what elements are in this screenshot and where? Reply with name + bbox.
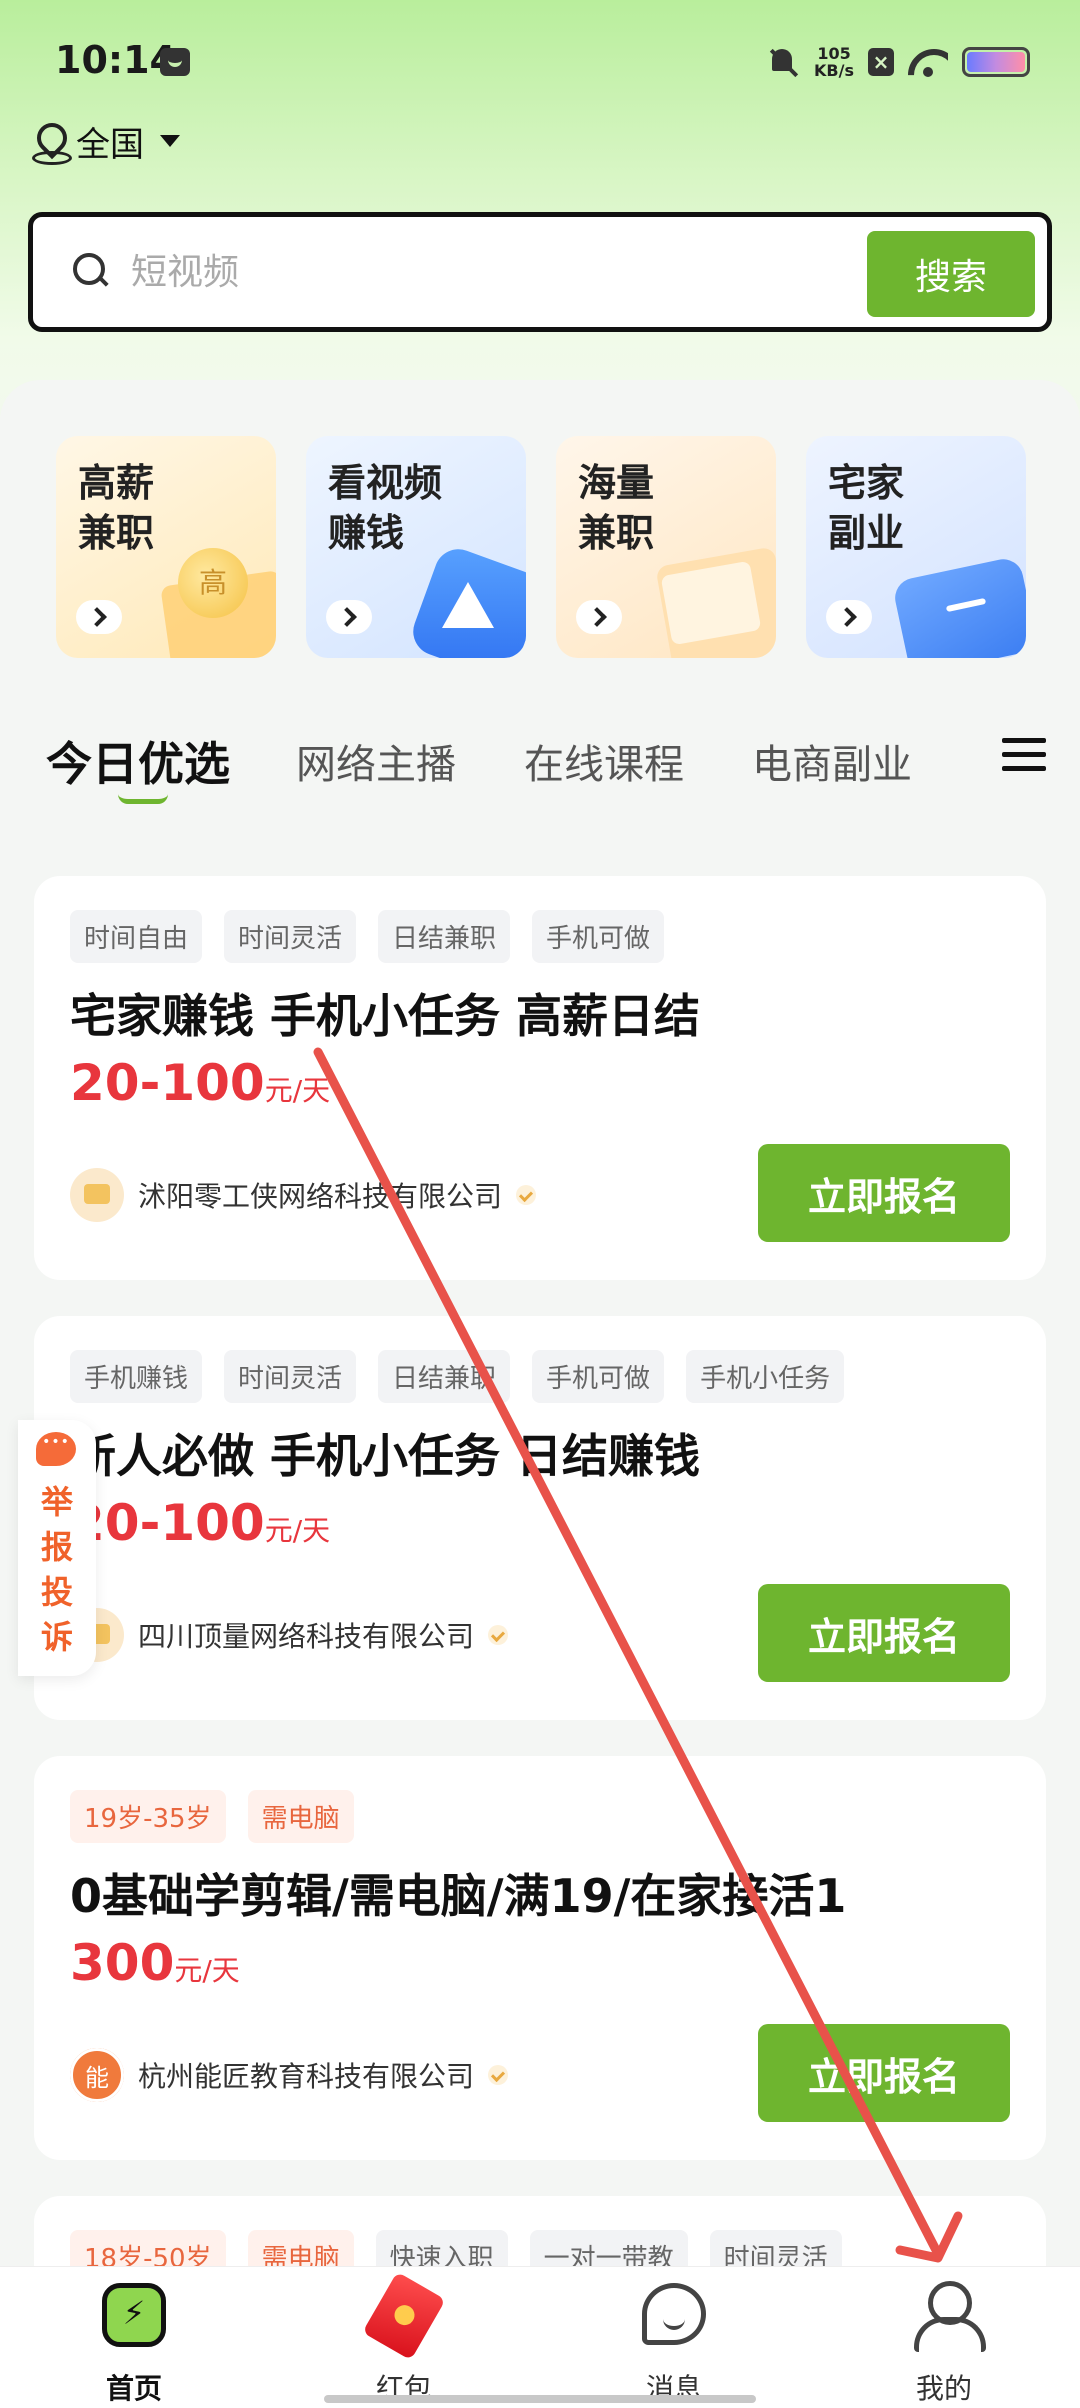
- search-input[interactable]: [131, 239, 731, 305]
- tag-list: 手机赚钱 时间灵活 日结兼职 手机可做 手机小任务: [70, 1350, 845, 1403]
- apply-button[interactable]: 立即报名: [758, 2024, 1010, 2122]
- company-logo: [70, 1168, 124, 1222]
- category-card-high-pay[interactable]: 高 高薪 兼职: [56, 436, 276, 658]
- tag: 时间灵活: [224, 910, 357, 963]
- no-sim-icon: ×: [868, 48, 894, 76]
- chevron-right-icon: [576, 600, 622, 634]
- verified-icon: [488, 2065, 509, 2085]
- home-indicator: [324, 2395, 756, 2403]
- verified-icon: [516, 1185, 537, 1205]
- search-icon: [73, 253, 107, 287]
- category-card-video[interactable]: 看视频 赚钱: [306, 436, 526, 658]
- nav-red-packet[interactable]: 红包: [334, 2271, 474, 2405]
- job-title: 新人必做 手机小任务 日结赚钱: [70, 1429, 701, 1483]
- message-icon: [642, 2283, 706, 2345]
- nav-messages[interactable]: 消息: [604, 2281, 744, 2405]
- tab-ecommerce[interactable]: 电商副业: [752, 732, 912, 790]
- category-grid: 高 高薪 兼职 看视频 赚钱 海量 兼职 宅家 副业: [56, 436, 1026, 658]
- nav-profile[interactable]: 我的: [874, 2281, 1014, 2405]
- company-name: 杭州能匠教育科技有限公司: [138, 2060, 475, 2093]
- location-label: 全国: [76, 124, 144, 165]
- battery-icon: [962, 47, 1030, 77]
- tag: 时间自由: [70, 910, 203, 963]
- tab-bar: 今日优选 网络主播 在线课程 电商副业: [46, 728, 1046, 828]
- tag: 需电脑: [247, 1790, 354, 1843]
- tab-active-indicator: [118, 794, 168, 804]
- category-card-home[interactable]: 宅家 副业: [806, 436, 1026, 658]
- location-pin-icon: [32, 121, 72, 165]
- menu-icon[interactable]: [1002, 736, 1046, 772]
- chat-bubble-icon: [36, 1432, 76, 1466]
- tag: 手机小任务: [686, 1350, 845, 1403]
- job-card[interactable]: 手机赚钱 时间灵活 日结兼职 手机可做 手机小任务 新人必做 手机小任务 日结赚…: [34, 1316, 1046, 1720]
- tag: 手机可做: [532, 1350, 665, 1403]
- nav-home[interactable]: 首页: [64, 2281, 204, 2405]
- tab-today[interactable]: 今日优选: [46, 728, 230, 794]
- network-speed: 105 KB/s: [814, 44, 854, 80]
- report-complaint-button[interactable]: 举 报 投 诉: [18, 1420, 96, 1676]
- tab-online-course[interactable]: 在线课程: [524, 732, 684, 790]
- tag-list: 时间自由 时间灵活 日结兼职 手机可做: [70, 910, 665, 963]
- bottom-nav: 首页 红包 消息 我的: [0, 2266, 1080, 2408]
- notification-app-icon: [160, 48, 190, 76]
- wifi-icon: [908, 45, 948, 79]
- company-name: 沭阳零工侠网络科技有限公司: [138, 1180, 503, 1213]
- red-packet-icon: [362, 2271, 446, 2361]
- company-logo: 能: [70, 2048, 124, 2102]
- search-bar: 搜索: [28, 212, 1052, 332]
- tab-live-streamer[interactable]: 网络主播: [296, 732, 456, 790]
- job-pay: 20-100元/天: [70, 1054, 331, 1112]
- location-selector[interactable]: 全国: [32, 116, 180, 166]
- category-card-massive[interactable]: 海量 兼职: [556, 436, 776, 658]
- profile-icon: [914, 2281, 986, 2352]
- company-info: 能 杭州能匠教育科技有限公司: [70, 2048, 509, 2102]
- job-pay: 20-100元/天: [70, 1494, 331, 1552]
- company-info: 沭阳零工侠网络科技有限公司: [70, 1168, 537, 1222]
- tag: 19岁-35岁: [70, 1790, 226, 1843]
- job-card[interactable]: 19岁-35岁 需电脑 0基础学剪辑/需电脑/满19/在家接活1 300元/天 …: [34, 1756, 1046, 2160]
- tag: 日结兼职: [378, 1350, 511, 1403]
- company-name: 四川顶量网络科技有限公司: [138, 1620, 475, 1653]
- tag-list: 19岁-35岁 需电脑: [70, 1790, 354, 1843]
- bell-off-icon: [766, 45, 800, 79]
- tag: 时间灵活: [224, 1350, 357, 1403]
- tag: 手机赚钱: [70, 1350, 203, 1403]
- tag: 手机可做: [532, 910, 665, 963]
- main-content: 高 高薪 兼职 看视频 赚钱 海量 兼职 宅家 副业 今日优选 网络主播 在线课…: [0, 380, 1080, 2408]
- apply-button[interactable]: 立即报名: [758, 1144, 1010, 1242]
- status-time: 10:14: [55, 38, 176, 82]
- job-pay: 300元/天: [70, 1934, 240, 1992]
- chevron-right-icon: [76, 600, 122, 634]
- job-title: 0基础学剪辑/需电脑/满19/在家接活1: [70, 1869, 847, 1923]
- report-label: 举 报 投 诉: [40, 1483, 73, 1656]
- search-button[interactable]: 搜索: [867, 231, 1035, 317]
- tag: 日结兼职: [378, 910, 511, 963]
- status-bar: 10:14 105 KB/s ×: [0, 0, 1080, 120]
- chevron-right-icon: [326, 600, 372, 634]
- caret-down-icon: [160, 135, 180, 147]
- job-card[interactable]: 时间自由 时间灵活 日结兼职 手机可做 宅家赚钱 手机小任务 高薪日结 20-1…: [34, 876, 1046, 1280]
- apply-button[interactable]: 立即报名: [758, 1584, 1010, 1682]
- job-title: 宅家赚钱 手机小任务 高薪日结: [70, 989, 701, 1043]
- company-info: 四川顶量网络科技有限公司: [70, 1608, 509, 1662]
- play-icon: [442, 582, 494, 628]
- verified-icon: [488, 1625, 509, 1645]
- chevron-right-icon: [826, 600, 872, 634]
- coin-icon: 高: [178, 548, 248, 618]
- home-icon: [102, 2283, 166, 2347]
